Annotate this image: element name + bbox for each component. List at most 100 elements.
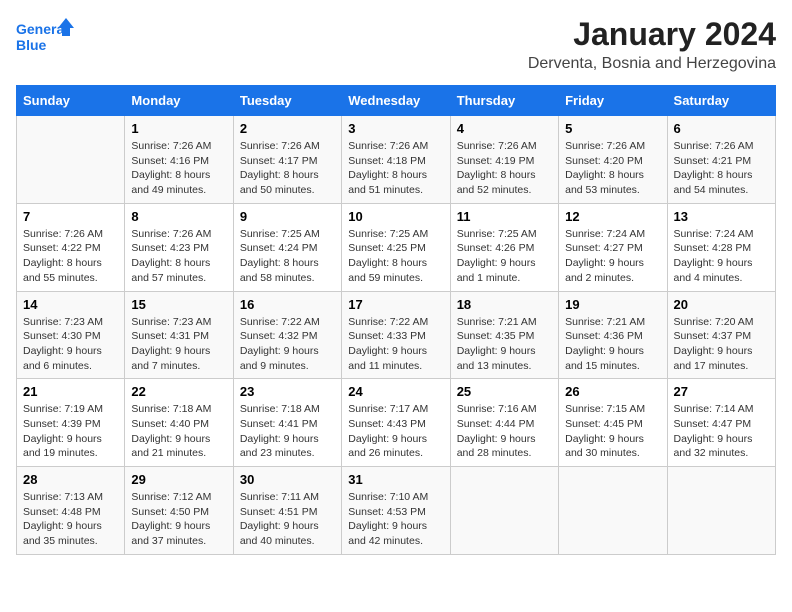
calendar-cell: 10 Sunrise: 7:25 AMSunset: 4:25 PMDaylig… [342, 203, 450, 291]
header-day-thursday: Thursday [450, 86, 558, 116]
header-day-tuesday: Tuesday [233, 86, 341, 116]
day-number: 13 [674, 209, 769, 224]
month-title: January 2024 [528, 16, 776, 53]
week-row-1: 1 Sunrise: 7:26 AMSunset: 4:16 PMDayligh… [17, 116, 776, 204]
day-info: Sunrise: 7:26 AMSunset: 4:16 PMDaylight:… [131, 139, 226, 198]
day-info: Sunrise: 7:21 AMSunset: 4:36 PMDaylight:… [565, 315, 660, 374]
calendar-cell: 8 Sunrise: 7:26 AMSunset: 4:23 PMDayligh… [125, 203, 233, 291]
header-day-saturday: Saturday [667, 86, 775, 116]
location-title: Derventa, Bosnia and Herzegovina [528, 55, 776, 73]
calendar-cell: 31 Sunrise: 7:10 AMSunset: 4:53 PMDaylig… [342, 467, 450, 555]
calendar-cell: 6 Sunrise: 7:26 AMSunset: 4:21 PMDayligh… [667, 116, 775, 204]
day-number: 1 [131, 121, 226, 136]
calendar-cell: 24 Sunrise: 7:17 AMSunset: 4:43 PMDaylig… [342, 379, 450, 467]
day-info: Sunrise: 7:13 AMSunset: 4:48 PMDaylight:… [23, 490, 118, 549]
day-info: Sunrise: 7:25 AMSunset: 4:25 PMDaylight:… [348, 227, 443, 286]
day-info: Sunrise: 7:18 AMSunset: 4:40 PMDaylight:… [131, 402, 226, 461]
day-info: Sunrise: 7:19 AMSunset: 4:39 PMDaylight:… [23, 402, 118, 461]
calendar-table: SundayMondayTuesdayWednesdayThursdayFrid… [16, 85, 776, 555]
calendar-cell: 25 Sunrise: 7:16 AMSunset: 4:44 PMDaylig… [450, 379, 558, 467]
day-info: Sunrise: 7:23 AMSunset: 4:31 PMDaylight:… [131, 315, 226, 374]
calendar-cell: 17 Sunrise: 7:22 AMSunset: 4:33 PMDaylig… [342, 291, 450, 379]
day-number: 11 [457, 209, 552, 224]
day-info: Sunrise: 7:23 AMSunset: 4:30 PMDaylight:… [23, 315, 118, 374]
day-number: 15 [131, 297, 226, 312]
calendar-cell: 18 Sunrise: 7:21 AMSunset: 4:35 PMDaylig… [450, 291, 558, 379]
calendar-cell: 1 Sunrise: 7:26 AMSunset: 4:16 PMDayligh… [125, 116, 233, 204]
day-number: 18 [457, 297, 552, 312]
day-number: 27 [674, 384, 769, 399]
calendar-cell: 26 Sunrise: 7:15 AMSunset: 4:45 PMDaylig… [559, 379, 667, 467]
day-info: Sunrise: 7:22 AMSunset: 4:32 PMDaylight:… [240, 315, 335, 374]
day-number: 3 [348, 121, 443, 136]
calendar-cell: 14 Sunrise: 7:23 AMSunset: 4:30 PMDaylig… [17, 291, 125, 379]
day-number: 7 [23, 209, 118, 224]
day-number: 23 [240, 384, 335, 399]
week-row-5: 28 Sunrise: 7:13 AMSunset: 4:48 PMDaylig… [17, 467, 776, 555]
calendar-cell: 23 Sunrise: 7:18 AMSunset: 4:41 PMDaylig… [233, 379, 341, 467]
calendar-cell: 21 Sunrise: 7:19 AMSunset: 4:39 PMDaylig… [17, 379, 125, 467]
day-number: 24 [348, 384, 443, 399]
day-number: 21 [23, 384, 118, 399]
day-info: Sunrise: 7:24 AMSunset: 4:28 PMDaylight:… [674, 227, 769, 286]
day-info: Sunrise: 7:25 AMSunset: 4:24 PMDaylight:… [240, 227, 335, 286]
day-info: Sunrise: 7:26 AMSunset: 4:18 PMDaylight:… [348, 139, 443, 198]
calendar-cell: 7 Sunrise: 7:26 AMSunset: 4:22 PMDayligh… [17, 203, 125, 291]
day-info: Sunrise: 7:15 AMSunset: 4:45 PMDaylight:… [565, 402, 660, 461]
day-number: 14 [23, 297, 118, 312]
calendar-cell: 27 Sunrise: 7:14 AMSunset: 4:47 PMDaylig… [667, 379, 775, 467]
day-info: Sunrise: 7:12 AMSunset: 4:50 PMDaylight:… [131, 490, 226, 549]
header-day-wednesday: Wednesday [342, 86, 450, 116]
svg-text:Blue: Blue [16, 37, 47, 53]
calendar-cell: 5 Sunrise: 7:26 AMSunset: 4:20 PMDayligh… [559, 116, 667, 204]
day-number: 5 [565, 121, 660, 136]
day-info: Sunrise: 7:17 AMSunset: 4:43 PMDaylight:… [348, 402, 443, 461]
calendar-cell [450, 467, 558, 555]
day-number: 2 [240, 121, 335, 136]
day-info: Sunrise: 7:21 AMSunset: 4:35 PMDaylight:… [457, 315, 552, 374]
page-header: General Blue January 2024 Derventa, Bosn… [16, 16, 776, 73]
day-number: 22 [131, 384, 226, 399]
day-info: Sunrise: 7:24 AMSunset: 4:27 PMDaylight:… [565, 227, 660, 286]
day-info: Sunrise: 7:26 AMSunset: 4:19 PMDaylight:… [457, 139, 552, 198]
calendar-cell: 20 Sunrise: 7:20 AMSunset: 4:37 PMDaylig… [667, 291, 775, 379]
calendar-cell: 9 Sunrise: 7:25 AMSunset: 4:24 PMDayligh… [233, 203, 341, 291]
day-number: 28 [23, 472, 118, 487]
day-info: Sunrise: 7:11 AMSunset: 4:51 PMDaylight:… [240, 490, 335, 549]
week-row-4: 21 Sunrise: 7:19 AMSunset: 4:39 PMDaylig… [17, 379, 776, 467]
week-row-3: 14 Sunrise: 7:23 AMSunset: 4:30 PMDaylig… [17, 291, 776, 379]
day-info: Sunrise: 7:25 AMSunset: 4:26 PMDaylight:… [457, 227, 552, 286]
calendar-cell: 22 Sunrise: 7:18 AMSunset: 4:40 PMDaylig… [125, 379, 233, 467]
logo: General Blue [16, 16, 76, 60]
svg-text:General: General [16, 21, 68, 37]
week-row-2: 7 Sunrise: 7:26 AMSunset: 4:22 PMDayligh… [17, 203, 776, 291]
day-info: Sunrise: 7:26 AMSunset: 4:22 PMDaylight:… [23, 227, 118, 286]
day-number: 17 [348, 297, 443, 312]
calendar-cell: 12 Sunrise: 7:24 AMSunset: 4:27 PMDaylig… [559, 203, 667, 291]
day-number: 25 [457, 384, 552, 399]
day-number: 10 [348, 209, 443, 224]
calendar-cell [17, 116, 125, 204]
calendar-cell: 19 Sunrise: 7:21 AMSunset: 4:36 PMDaylig… [559, 291, 667, 379]
calendar-cell: 4 Sunrise: 7:26 AMSunset: 4:19 PMDayligh… [450, 116, 558, 204]
calendar-cell: 13 Sunrise: 7:24 AMSunset: 4:28 PMDaylig… [667, 203, 775, 291]
day-info: Sunrise: 7:26 AMSunset: 4:17 PMDaylight:… [240, 139, 335, 198]
header-day-friday: Friday [559, 86, 667, 116]
day-number: 9 [240, 209, 335, 224]
calendar-cell: 3 Sunrise: 7:26 AMSunset: 4:18 PMDayligh… [342, 116, 450, 204]
day-info: Sunrise: 7:26 AMSunset: 4:21 PMDaylight:… [674, 139, 769, 198]
title-area: January 2024 Derventa, Bosnia and Herzeg… [528, 16, 776, 73]
day-number: 8 [131, 209, 226, 224]
day-number: 30 [240, 472, 335, 487]
day-number: 20 [674, 297, 769, 312]
day-info: Sunrise: 7:26 AMSunset: 4:20 PMDaylight:… [565, 139, 660, 198]
calendar-cell: 2 Sunrise: 7:26 AMSunset: 4:17 PMDayligh… [233, 116, 341, 204]
day-number: 6 [674, 121, 769, 136]
day-number: 19 [565, 297, 660, 312]
day-number: 29 [131, 472, 226, 487]
day-number: 26 [565, 384, 660, 399]
day-number: 4 [457, 121, 552, 136]
logo-svg: General Blue [16, 16, 76, 60]
day-number: 16 [240, 297, 335, 312]
day-info: Sunrise: 7:14 AMSunset: 4:47 PMDaylight:… [674, 402, 769, 461]
